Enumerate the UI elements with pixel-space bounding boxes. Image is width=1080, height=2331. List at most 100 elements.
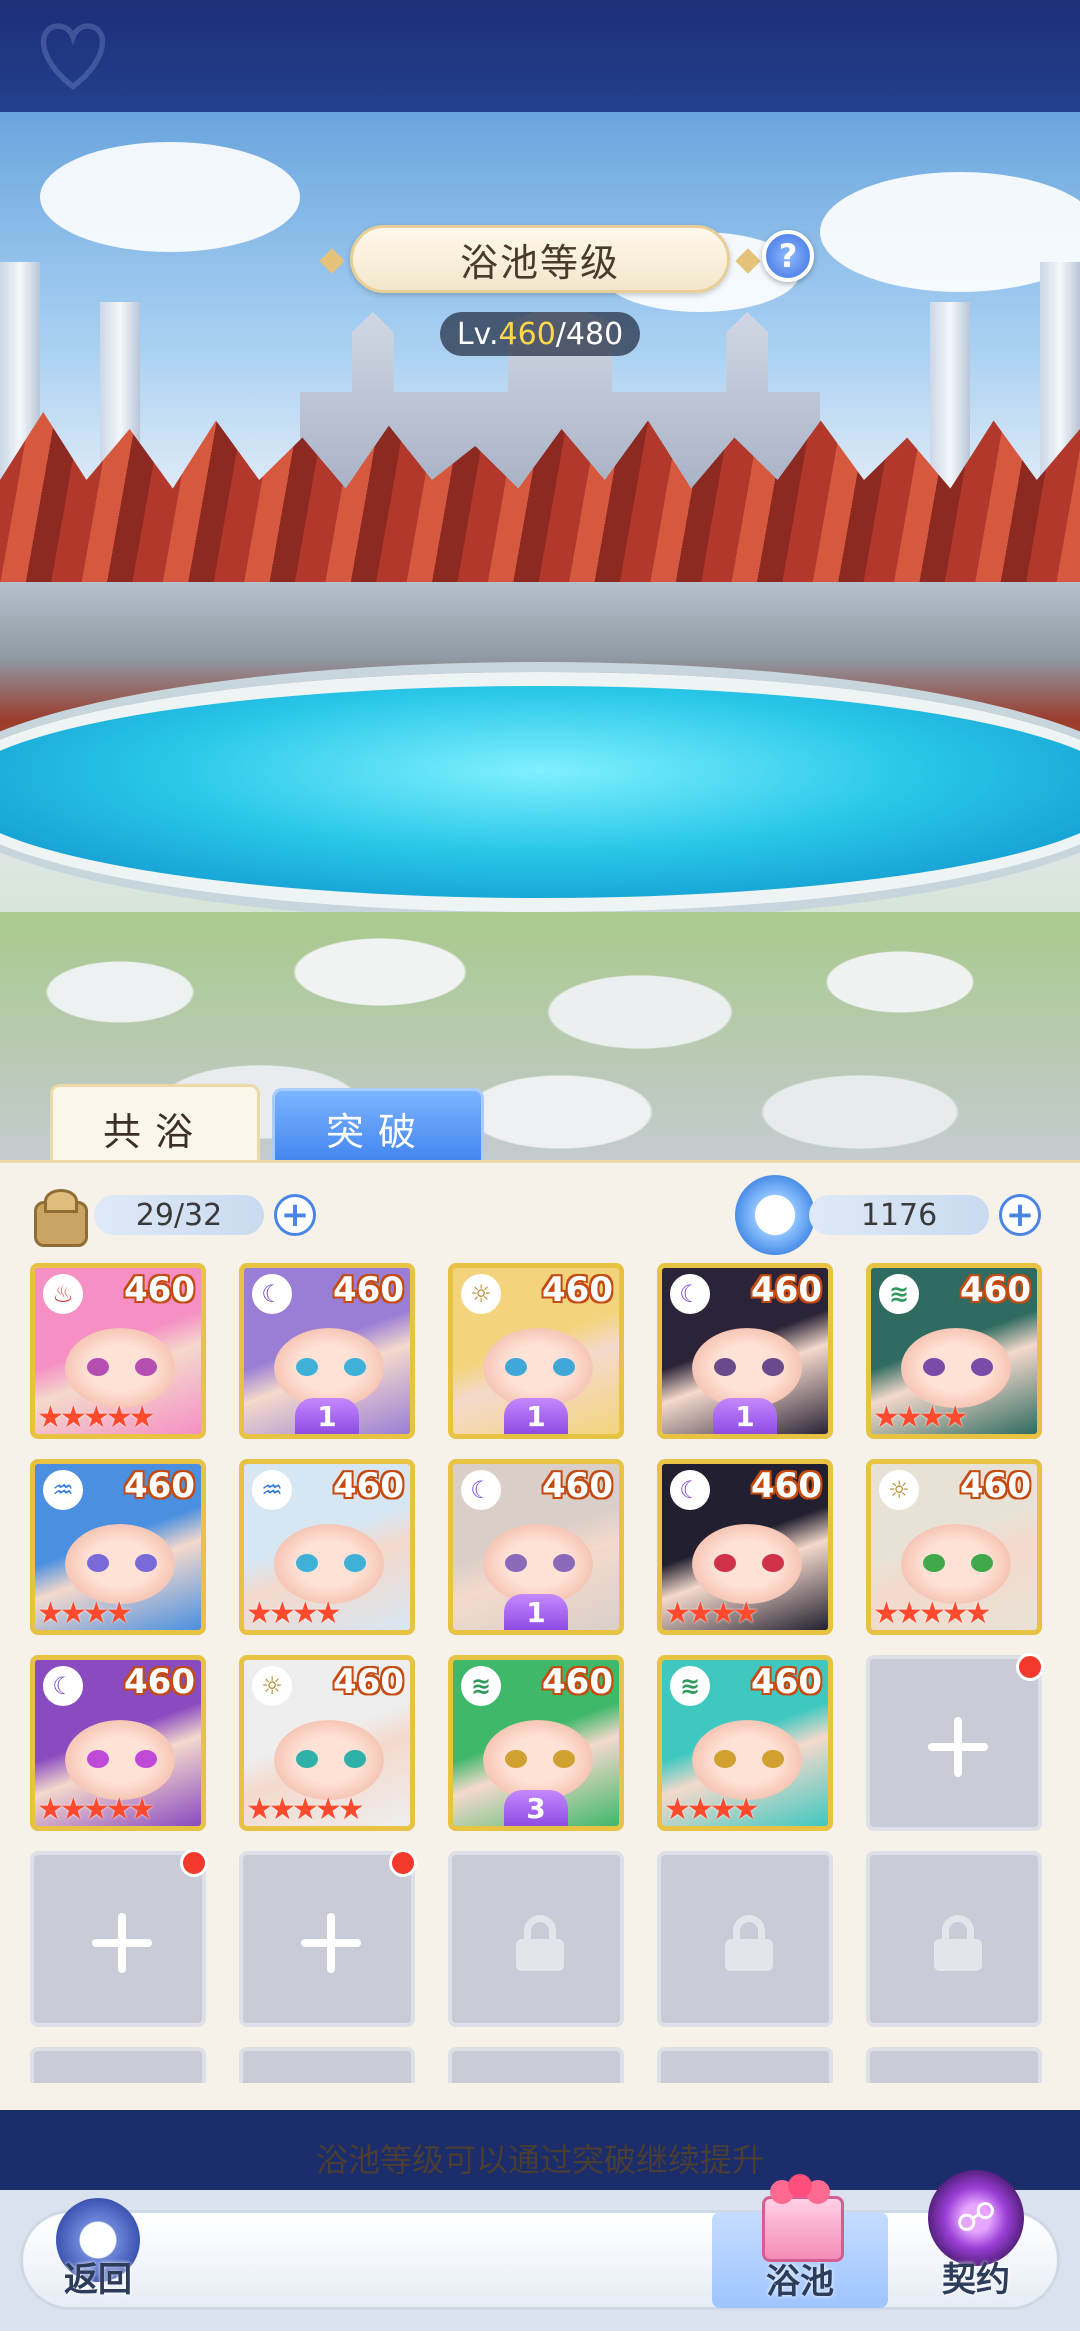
pool-nav-button[interactable]: 浴池 [752, 2170, 848, 2303]
portrait-eye [923, 1554, 945, 1572]
character-level: 460 [960, 1270, 1031, 1310]
locked-slot [866, 2047, 1042, 2083]
rabbit-water-icon [735, 1175, 815, 1255]
portrait-eye [762, 1554, 784, 1572]
roster-panel: 29/32 + 1176 + ♨ 460 ★ ★ ★ ★ ★ ☾ 460 1 ☼ 460 1 ☾ 460 1 ≋… [0, 1160, 1080, 2110]
awaken-badge: 3 [504, 1790, 568, 1826]
notification-dot [389, 1849, 417, 1877]
back-button[interactable]: ‹ 返回 [56, 2198, 140, 2301]
awaken-badge: 1 [713, 1398, 777, 1434]
character-card[interactable]: ☾ 460 1 [657, 1263, 833, 1439]
notification-dot [1016, 1653, 1044, 1681]
level-indicator: Lv. 460/480 [440, 312, 640, 356]
portrait-eye [762, 1358, 784, 1376]
element-moon-icon: ☾ [43, 1666, 83, 1706]
element-light-icon: ☼ [879, 1470, 919, 1510]
character-card[interactable]: ≋ 460 ★ ★ ★ ★ [866, 1263, 1042, 1439]
notification-dot [180, 1849, 208, 1877]
portrait-eye [762, 1750, 784, 1768]
character-card[interactable]: ♒ 460 ★ ★ ★ ★ [239, 1459, 415, 1635]
character-card[interactable]: ☾ 460 ★ ★ ★ ★ [657, 1459, 833, 1635]
portrait-face [274, 1720, 384, 1800]
character-level: 460 [333, 1662, 404, 1702]
lock-icon [725, 1915, 773, 1971]
element-moon-icon: ☾ [252, 1274, 292, 1314]
star-rating: ★ ★ ★ ★ ★ [37, 1402, 156, 1434]
locked-slot [448, 2047, 624, 2083]
plus-icon [301, 1913, 361, 1973]
portrait-face [65, 1524, 175, 1604]
portrait-eye [923, 1358, 945, 1376]
character-level: 460 [124, 1662, 195, 1702]
slot-counter: 29/32 + [28, 1183, 316, 1247]
currency-value: 1176 [809, 1195, 989, 1235]
portrait-eye [344, 1554, 366, 1572]
locked-slot [866, 1851, 1042, 2027]
add-slot-button[interactable]: + [274, 1194, 316, 1236]
character-card[interactable]: ☾ 460 ★ ★ ★ ★ ★ [30, 1655, 206, 1831]
character-card[interactable]: ☼ 460 ★ ★ ★ ★ ★ [866, 1459, 1042, 1635]
character-level: 460 [333, 1466, 404, 1506]
character-level: 460 [542, 1662, 613, 1702]
portrait-eye [505, 1358, 527, 1376]
character-card[interactable]: ♒ 460 ★ ★ ★ ★ [30, 1459, 206, 1635]
portrait-eye [296, 1750, 318, 1768]
character-card[interactable]: ≋ 460 ★ ★ ★ ★ [657, 1655, 833, 1831]
element-light-icon: ☼ [252, 1666, 292, 1706]
star-icon: ★ [337, 1792, 365, 1827]
portrait-face [901, 1328, 1011, 1408]
star-icon: ★ [732, 1596, 760, 1631]
portrait-face [901, 1524, 1011, 1604]
lock-icon [516, 1915, 564, 1971]
star-icon: ★ [128, 1400, 156, 1435]
character-card[interactable]: ☼ 460 1 [448, 1263, 624, 1439]
character-card[interactable]: ≋ 460 3 [448, 1655, 624, 1831]
bottom-navigation: ‹ 返回 浴池 ☍ 契约 [0, 2170, 1080, 2331]
portrait-eye [553, 1358, 575, 1376]
contract-nav-button[interactable]: ☍ 契约 [928, 2170, 1024, 2301]
add-currency-button[interactable]: + [999, 1194, 1041, 1236]
star-icon: ★ [105, 1596, 133, 1631]
character-card[interactable]: ♨ 460 ★ ★ ★ ★ ★ [30, 1263, 206, 1439]
element-wind-icon: ≋ [461, 1666, 501, 1706]
portrait-face [483, 1720, 593, 1800]
portrait-eye [87, 1554, 109, 1572]
portrait-eye [505, 1554, 527, 1572]
portrait-eye [505, 1750, 527, 1768]
star-icon: ★ [964, 1596, 992, 1631]
portrait-face [692, 1328, 802, 1408]
portrait-eye [296, 1358, 318, 1376]
star-icon: ★ [314, 1596, 342, 1631]
portrait-eye [971, 1358, 993, 1376]
tab-breakthrough[interactable]: 突破 [272, 1088, 484, 1166]
portrait-eye [553, 1554, 575, 1572]
top-status-bar [0, 0, 1080, 112]
lock-icon [934, 1915, 982, 1971]
character-card[interactable]: ☾ 460 1 [239, 1263, 415, 1439]
portrait-eye [296, 1554, 318, 1572]
character-grid: ♨ 460 ★ ★ ★ ★ ★ ☾ 460 1 ☼ 460 1 ☾ 460 1 ≋ 460 ★ ★ ★ ★ ♒ 460 ★ ★ ★ ★… [30, 1263, 1050, 2083]
help-button[interactable]: ? [762, 230, 814, 282]
portrait-face [65, 1720, 175, 1800]
tab-shared-bath[interactable]: 共浴 [50, 1084, 260, 1170]
character-level: 460 [333, 1270, 404, 1310]
element-moon-icon: ☾ [670, 1470, 710, 1510]
add-character-slot[interactable] [239, 1849, 417, 2027]
heart-logo-icon [40, 23, 106, 90]
portrait-eye [553, 1750, 575, 1768]
locked-slot [657, 1851, 833, 2027]
add-character-slot[interactable] [30, 1849, 208, 2027]
pool-level-title: 浴池等级 [319, 225, 761, 293]
character-card[interactable]: ☼ 460 ★ ★ ★ ★ ★ [239, 1655, 415, 1831]
character-card[interactable]: ☾ 460 1 [448, 1459, 624, 1635]
portrait-eye [344, 1750, 366, 1768]
character-level: 460 [124, 1466, 195, 1506]
currency-counter: 1176 + [735, 1175, 1041, 1255]
star-rating: ★ ★ ★ ★ [664, 1794, 760, 1826]
add-character-slot[interactable] [866, 1653, 1044, 1831]
plus-icon [928, 1717, 988, 1777]
nav-rail [20, 2210, 1060, 2310]
portrait-eye [714, 1750, 736, 1768]
star-rating: ★ ★ ★ ★ [37, 1598, 133, 1630]
star-rating: ★ ★ ★ ★ [664, 1598, 760, 1630]
